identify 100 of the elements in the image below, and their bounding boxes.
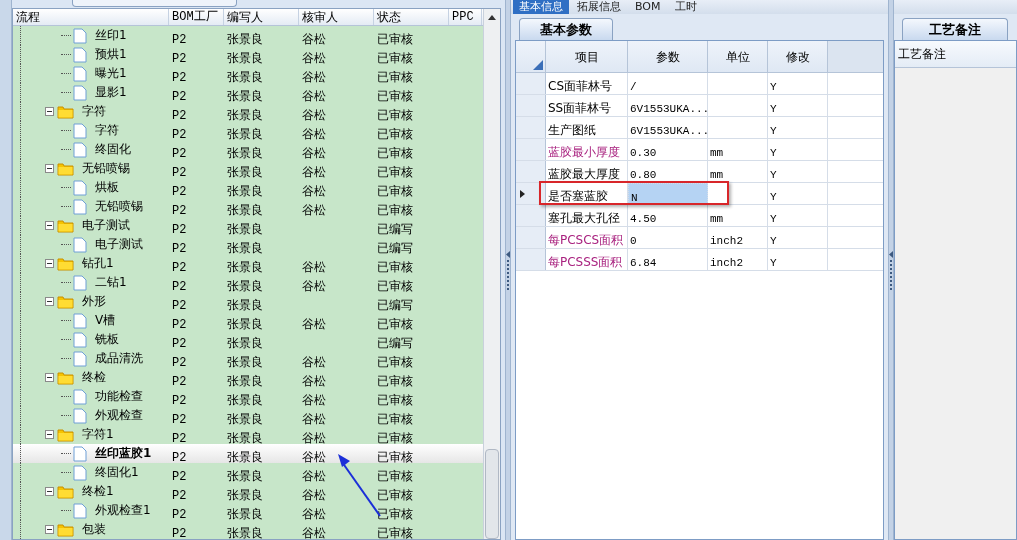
table-cell: 已审核 [377, 108, 413, 121]
table-cell: N [631, 192, 638, 204]
tab[interactable] [72, 0, 237, 7]
tree-item[interactable]: 曝光1 [93, 64, 129, 83]
table-cell: P2 [172, 413, 187, 425]
column-header[interactable]: PPC [449, 9, 482, 25]
column-header[interactable]: 参数 [628, 41, 708, 72]
scrollbar[interactable] [483, 9, 500, 539]
collapse-icon[interactable] [45, 430, 54, 439]
folder-icon [57, 522, 74, 537]
table-cell: P2 [172, 90, 187, 102]
column-header[interactable]: BOM工厂 [169, 9, 224, 25]
row-header[interactable] [516, 183, 546, 204]
table-cell: inch2 [710, 235, 743, 247]
table-cell: P2 [172, 128, 187, 140]
tree-item[interactable]: 铣板 [93, 330, 121, 349]
column-header[interactable]: 流程 [13, 9, 169, 25]
table-cell: 4.50 [630, 213, 657, 225]
table-cell: 张景良 [227, 184, 263, 197]
table-cell: Y [770, 257, 777, 269]
tree-item[interactable]: 外观检查1 [93, 501, 153, 520]
tree-item[interactable]: 显影1 [93, 83, 129, 102]
table-cell: 谷松 [302, 488, 326, 501]
focused-cell[interactable]: N [628, 183, 708, 204]
table-cell: P2 [172, 394, 187, 406]
tree-item[interactable]: 包装 [80, 520, 108, 539]
collapse-icon[interactable] [45, 259, 54, 268]
table-cell: Y [770, 125, 777, 137]
document-icon [73, 274, 87, 291]
tab[interactable]: 拓展信息 [571, 0, 627, 14]
tree-item[interactable]: 丝印蓝胶1 [93, 444, 154, 463]
folder-icon [57, 161, 74, 176]
collapse-icon[interactable] [45, 487, 54, 496]
tree-item[interactable]: 字符 [80, 102, 108, 121]
folder-icon [57, 427, 74, 442]
collapse-icon[interactable] [45, 107, 54, 116]
tree-item[interactable]: 字符1 [80, 425, 116, 444]
table-cell: P2 [172, 71, 187, 83]
table-cell: 已审核 [377, 127, 413, 140]
tree-item[interactable]: 丝印1 [93, 26, 129, 45]
table-cell: 蓝胶最小厚度 [548, 145, 620, 159]
tree-item[interactable]: 终固化1 [93, 463, 141, 482]
tree-item[interactable]: 成品清洗 [93, 349, 145, 368]
table-cell: P2 [172, 451, 187, 463]
table-cell: 已审核 [377, 51, 413, 64]
tree-item[interactable]: 终固化 [93, 140, 133, 159]
table-cell: 张景良 [227, 89, 263, 102]
table-cell: Y [770, 147, 777, 159]
table-cell: 已审核 [377, 374, 413, 387]
tab[interactable]: 工艺备注 [902, 18, 1008, 40]
tab[interactable]: 工时 [668, 0, 703, 14]
tree-item[interactable]: 字符 [93, 121, 121, 140]
document-icon [73, 65, 87, 82]
column-header[interactable]: 核审人 [299, 9, 374, 25]
tree-item[interactable]: 电子测试 [93, 235, 145, 254]
collapse-icon[interactable] [45, 221, 54, 230]
column-header[interactable]: 编写人 [224, 9, 299, 25]
folder-icon [57, 484, 74, 499]
collapse-icon[interactable] [45, 164, 54, 173]
collapse-icon[interactable] [45, 373, 54, 382]
table-cell: 谷松 [302, 393, 326, 406]
tab[interactable]: 基本信息 [513, 0, 569, 14]
table-cell: 已审核 [377, 469, 413, 482]
table-cell: P2 [172, 375, 187, 387]
collapse-icon[interactable] [45, 297, 54, 306]
column-header[interactable]: 项目 [546, 41, 628, 72]
table-cell: P2 [172, 508, 187, 520]
tree-item[interactable]: 无铅喷锡 [93, 197, 145, 216]
table-cell: 已审核 [377, 393, 413, 406]
table-cell: 谷松 [302, 469, 326, 482]
tree-item[interactable]: 预烘1 [93, 45, 129, 64]
table-cell: 张景良 [227, 165, 263, 178]
table-cell: 张景良 [227, 203, 263, 216]
tab[interactable]: 基本参数 [519, 18, 613, 40]
column-header[interactable]: 状态 [374, 9, 449, 25]
tree-item[interactable]: 二钻1 [93, 273, 129, 292]
table-cell: 张景良 [227, 108, 263, 121]
tree-item[interactable]: 电子测试 [80, 216, 132, 235]
folder-icon [57, 370, 74, 385]
table-cell: P2 [172, 432, 187, 444]
table-cell: 张景良 [227, 260, 263, 273]
table-cell: 已审核 [377, 260, 413, 273]
scroll-thumb[interactable] [485, 449, 499, 539]
tree-item[interactable]: 无铅喷锡 [80, 159, 132, 178]
panel-header: 工艺备注 [895, 41, 1016, 68]
tree-item[interactable]: V槽 [93, 311, 118, 330]
table-cell: 张景良 [227, 51, 263, 64]
collapse-icon[interactable] [45, 525, 54, 534]
table-cell: 谷松 [302, 146, 326, 159]
tree-item[interactable]: 功能检查 [93, 387, 145, 406]
tab[interactable]: BOM [629, 0, 667, 14]
tree-item[interactable]: 外形 [80, 292, 108, 311]
column-header[interactable]: 单位 [708, 41, 768, 72]
tree-item[interactable]: 终检 [80, 368, 108, 387]
tree-item[interactable]: 钻孔1 [80, 254, 116, 273]
tree-item[interactable]: 外观检查 [93, 406, 145, 425]
tree-item[interactable]: 终检1 [80, 482, 116, 501]
collapse-arrow-icon[interactable] [889, 250, 893, 258]
tree-item[interactable]: 烘板 [93, 178, 121, 197]
collapse-arrow-icon[interactable] [506, 250, 510, 258]
